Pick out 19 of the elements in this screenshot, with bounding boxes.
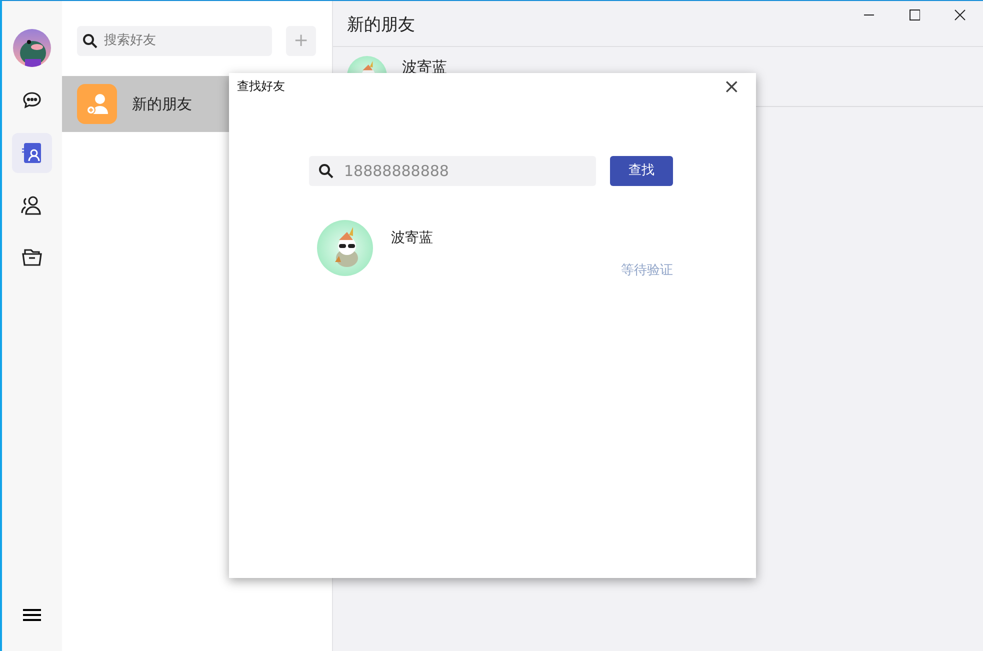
contact-card-icon	[21, 141, 43, 165]
new-friend-icon	[77, 84, 117, 124]
search-field[interactable]: 搜索好友	[77, 26, 272, 56]
user-avatar[interactable]	[13, 29, 51, 67]
panel-title: 新的朋友	[333, 1, 983, 47]
people-icon	[20, 194, 44, 216]
maximize-icon	[908, 9, 920, 21]
search-icon	[318, 163, 334, 179]
search-button[interactable]: 查找	[610, 156, 673, 186]
contact-name: 新的朋友	[132, 94, 192, 115]
close-button[interactable]: ×	[719, 76, 744, 96]
folder-icon	[21, 246, 43, 268]
result-name: 波寄蓝	[391, 229, 433, 248]
close-icon	[954, 9, 966, 21]
search-input[interactable]: 搜索好友	[102, 30, 262, 52]
menu-icon	[22, 607, 42, 623]
status-text: 等待验证	[621, 262, 673, 280]
dialog-title: 查找好友	[237, 78, 285, 95]
search-icon	[82, 33, 98, 49]
